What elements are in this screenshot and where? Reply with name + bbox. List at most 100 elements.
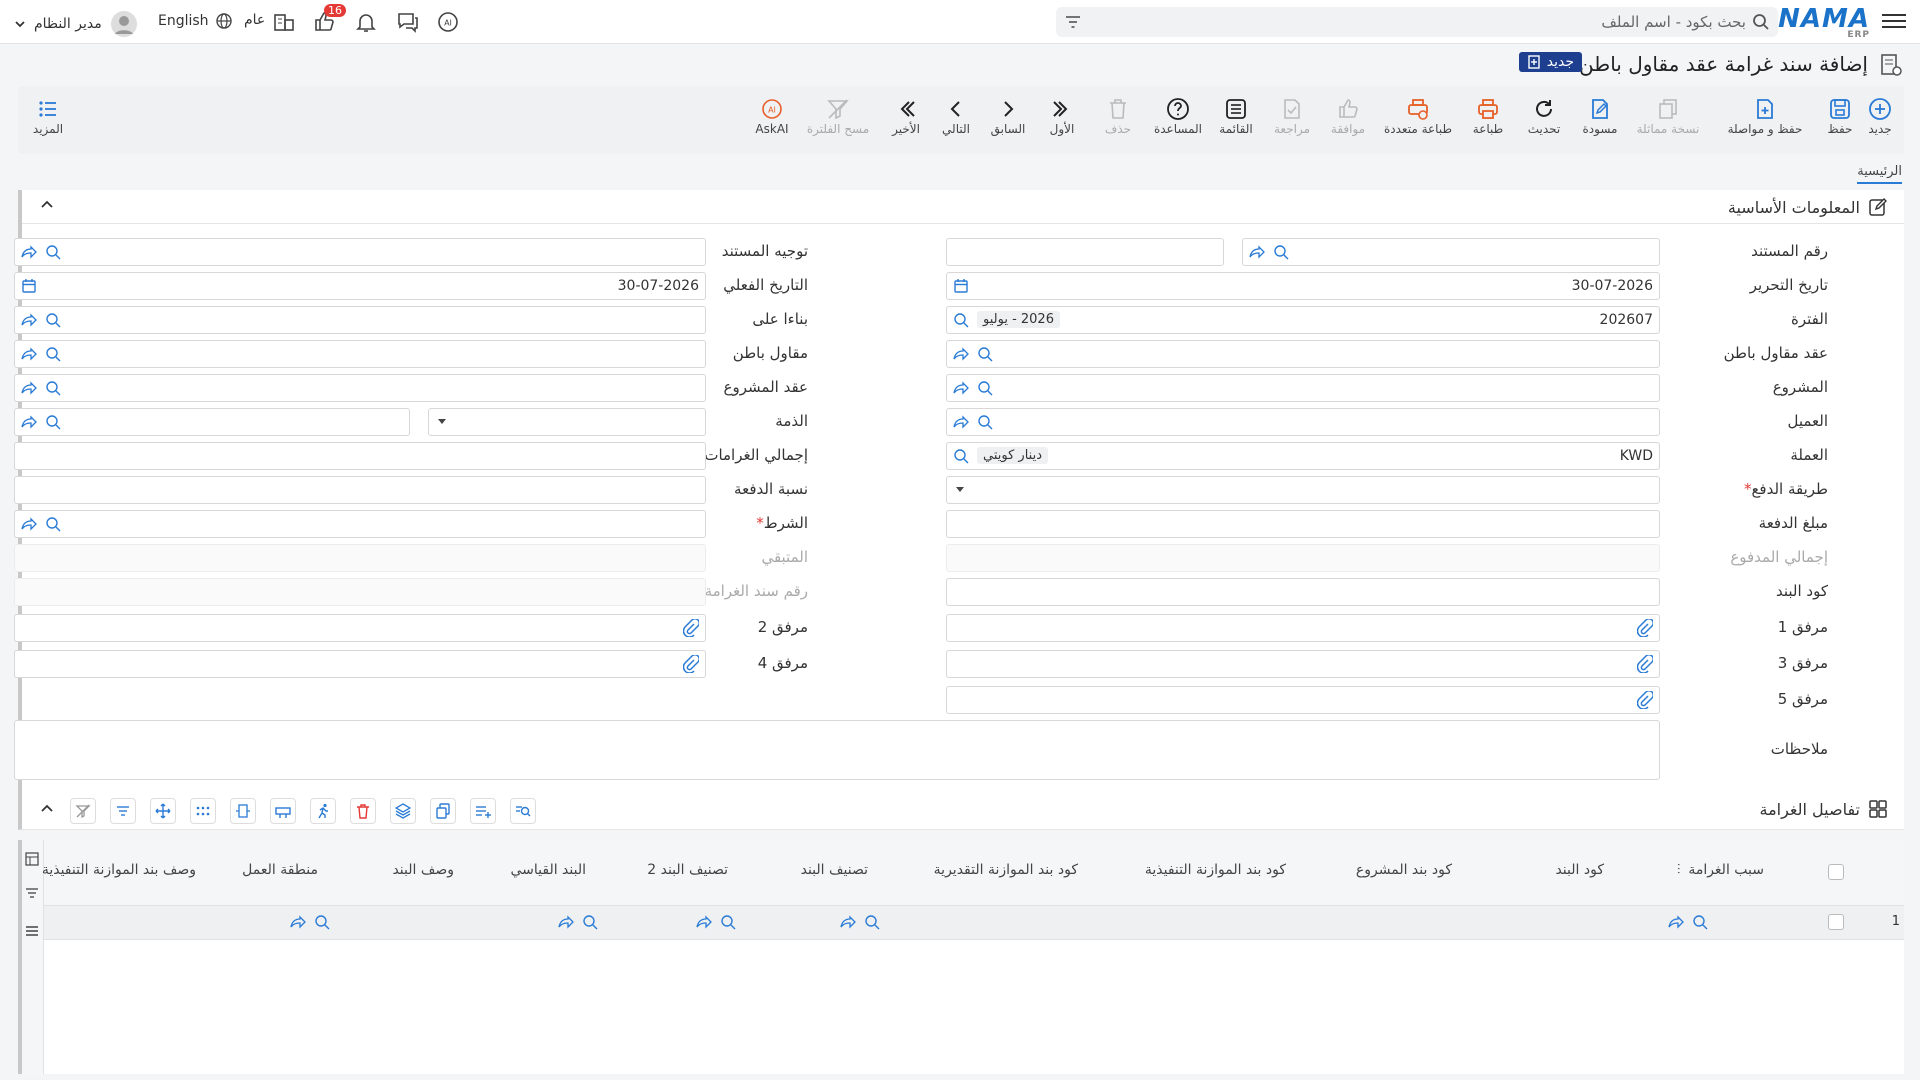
askai-button[interactable]: AI AskAI bbox=[742, 96, 802, 136]
liability-type-select[interactable] bbox=[428, 408, 706, 436]
search-refresh-icon[interactable] bbox=[977, 380, 993, 396]
search-refresh-icon[interactable] bbox=[864, 914, 880, 930]
edit-date-field[interactable]: 30-07-2026 bbox=[946, 272, 1660, 300]
filter-icon[interactable] bbox=[1064, 13, 1082, 31]
search-refresh-icon[interactable] bbox=[1692, 914, 1708, 930]
paperclip-icon[interactable] bbox=[683, 655, 699, 673]
run-icon[interactable] bbox=[310, 798, 336, 824]
condition-field[interactable] bbox=[14, 510, 706, 538]
multi-print-button[interactable]: طباعة متعددة bbox=[1374, 96, 1462, 136]
column-header[interactable]: سبب الغرامة ⫶ bbox=[1677, 862, 1764, 878]
resize-columns-icon[interactable] bbox=[230, 798, 256, 824]
share-arrow-icon[interactable] bbox=[953, 414, 969, 430]
move-icon[interactable] bbox=[150, 798, 176, 824]
search-refresh-icon[interactable] bbox=[582, 914, 598, 930]
save-continue-button[interactable]: حفظ و مواصلة bbox=[1720, 96, 1810, 136]
list-button[interactable]: القائمة bbox=[1206, 96, 1266, 136]
layers-icon[interactable] bbox=[390, 798, 416, 824]
project-contract-field[interactable] bbox=[14, 374, 706, 402]
filter-icon[interactable]: ⫶ bbox=[1677, 862, 1681, 878]
liability-field[interactable] bbox=[14, 408, 410, 436]
logo[interactable]: NAMA ERP bbox=[1778, 4, 1870, 40]
search-refresh-icon[interactable] bbox=[45, 414, 61, 430]
tab-main[interactable]: الرئيسية bbox=[1857, 164, 1902, 184]
calendar-icon[interactable] bbox=[953, 278, 969, 294]
approvals-icon[interactable]: 16 bbox=[312, 4, 346, 34]
payment-method-select[interactable] bbox=[946, 476, 1660, 504]
share-arrow-icon[interactable] bbox=[953, 380, 969, 396]
standard-item-cell-icons[interactable] bbox=[558, 914, 598, 930]
search-refresh-icon[interactable] bbox=[314, 914, 330, 930]
search-input[interactable] bbox=[1146, 10, 1746, 34]
apps-grid-icon[interactable] bbox=[190, 798, 216, 824]
item-code-field[interactable] bbox=[946, 578, 1660, 606]
language-switch[interactable]: English bbox=[158, 12, 233, 30]
work-area-cell-icons[interactable] bbox=[290, 914, 330, 930]
share-arrow-icon[interactable] bbox=[290, 914, 306, 930]
previous-button[interactable]: السابق bbox=[978, 96, 1038, 136]
project-field[interactable] bbox=[946, 374, 1660, 402]
row-checkbox[interactable] bbox=[1828, 914, 1844, 930]
select-all-checkbox[interactable] bbox=[1828, 864, 1844, 880]
column-header[interactable]: منطقة العمل bbox=[242, 862, 318, 878]
share-arrow-icon[interactable] bbox=[21, 380, 37, 396]
doc-number-extra-field[interactable] bbox=[946, 238, 1224, 266]
search-refresh-icon[interactable] bbox=[45, 244, 61, 260]
payment-ratio-field[interactable] bbox=[14, 476, 706, 504]
help-button[interactable]: المساعدة bbox=[1148, 96, 1208, 136]
actual-date-field[interactable]: 30-07-2026 bbox=[14, 272, 706, 300]
attachment2-field[interactable] bbox=[14, 614, 706, 642]
print-button[interactable]: طباعة bbox=[1458, 96, 1518, 136]
column-header[interactable]: كود بند الموازنة التقديرية bbox=[934, 862, 1078, 878]
column-header[interactable]: كود بند المشروع bbox=[1356, 862, 1452, 878]
item-class-cell-icons[interactable] bbox=[840, 914, 880, 930]
notes-textarea[interactable] bbox=[14, 720, 1660, 780]
currency-field[interactable]: KWD دينار كويتي bbox=[946, 442, 1660, 470]
paperclip-icon[interactable] bbox=[1637, 691, 1653, 709]
search-refresh-icon[interactable] bbox=[720, 914, 736, 930]
paperclip-icon[interactable] bbox=[1637, 655, 1653, 673]
last-button[interactable]: الأخير bbox=[876, 96, 936, 136]
delete-row-icon[interactable] bbox=[350, 798, 376, 824]
search-refresh-icon[interactable] bbox=[1273, 244, 1289, 260]
user-menu[interactable]: مدير النظام bbox=[14, 10, 138, 38]
share-arrow-icon[interactable] bbox=[696, 914, 712, 930]
search-refresh-icon[interactable] bbox=[953, 448, 969, 464]
calendar-icon[interactable] bbox=[21, 278, 37, 294]
share-arrow-icon[interactable] bbox=[21, 346, 37, 362]
search-refresh-icon[interactable] bbox=[953, 312, 969, 328]
basic-info-header[interactable]: المعلومات الأساسية bbox=[22, 190, 1904, 224]
doc-direction-field[interactable] bbox=[14, 238, 706, 266]
scope-label[interactable]: عام bbox=[244, 12, 265, 28]
columns-icon[interactable] bbox=[25, 852, 39, 866]
share-arrow-icon[interactable] bbox=[1249, 244, 1265, 260]
customer-field[interactable] bbox=[946, 408, 1660, 436]
column-header[interactable]: وصف البند bbox=[392, 862, 454, 878]
zoom-search-icon[interactable] bbox=[510, 798, 536, 824]
paperclip-icon[interactable] bbox=[1637, 619, 1653, 637]
draft-button[interactable]: مسودة bbox=[1570, 96, 1630, 136]
item-class2-cell-icons[interactable] bbox=[696, 914, 736, 930]
delete-button[interactable]: حذف bbox=[1088, 96, 1148, 136]
more-button[interactable]: المزيد bbox=[18, 96, 78, 136]
add-row-icon[interactable] bbox=[470, 798, 496, 824]
approve-button[interactable]: موافقة bbox=[1318, 96, 1378, 136]
payment-amount-field[interactable] bbox=[946, 510, 1660, 538]
rows-menu-icon[interactable] bbox=[25, 924, 39, 938]
ai-chat-icon[interactable]: AI bbox=[436, 10, 460, 34]
attachment5-field[interactable] bbox=[946, 686, 1660, 714]
share-arrow-icon[interactable] bbox=[21, 516, 37, 532]
column-header[interactable]: كود بند الموازنة التنفيذية bbox=[1145, 862, 1286, 878]
filter-lines-icon[interactable] bbox=[110, 798, 136, 824]
refresh-button[interactable]: تحديث bbox=[1514, 96, 1574, 136]
period-field[interactable]: 202607 2026 - يوليو bbox=[946, 306, 1660, 334]
attachment4-field[interactable] bbox=[14, 650, 706, 678]
search-refresh-icon[interactable] bbox=[45, 380, 61, 396]
copy-row-icon[interactable] bbox=[430, 798, 456, 824]
review-button[interactable]: مراجعة bbox=[1262, 96, 1322, 136]
share-arrow-icon[interactable] bbox=[1668, 914, 1684, 930]
filter-icon[interactable] bbox=[25, 886, 39, 900]
column-header[interactable]: وصف بند الموازنة التنفيذية bbox=[42, 862, 196, 878]
table-insert-icon[interactable] bbox=[270, 798, 296, 824]
column-header[interactable]: تصنيف البند 2 bbox=[647, 862, 728, 878]
